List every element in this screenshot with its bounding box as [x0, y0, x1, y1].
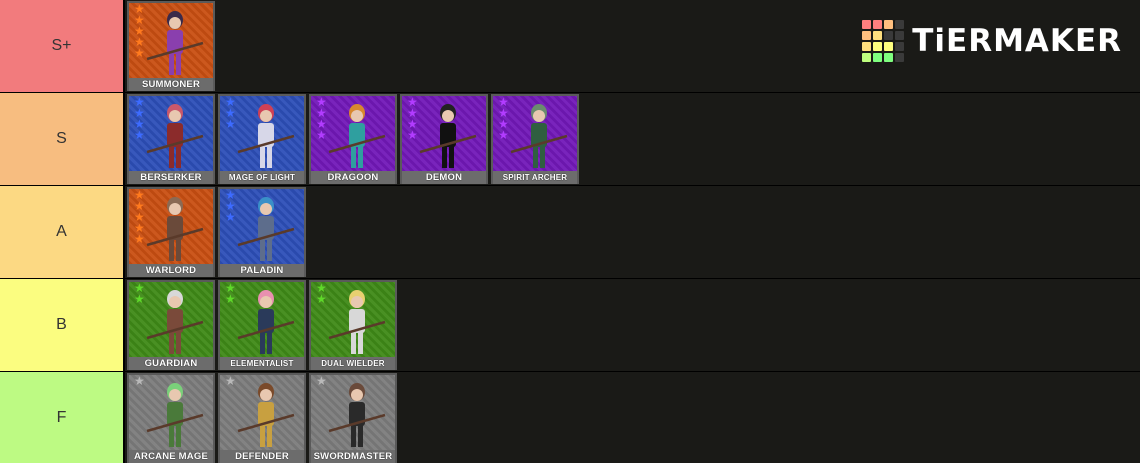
character-figure-icon [419, 104, 477, 168]
tier-label[interactable]: S+ [0, 0, 125, 92]
character-name: ELEMENTALIST [220, 357, 304, 370]
character-name: BERSERKER [129, 171, 213, 184]
character-figure-icon [237, 197, 295, 261]
character-card-warlord[interactable]: ★ ★ ★ ★ ★ WARLORD [127, 187, 215, 277]
character-figure-icon [328, 290, 386, 354]
character-name: GUARDIAN [129, 357, 213, 370]
character-name: WARLORD [129, 264, 213, 277]
character-card-summoner[interactable]: ★ ★ ★ ★ ★ SUMMONER [127, 1, 215, 91]
tier-row-a: A ★ ★ ★ ★ ★ WARLORD ★ ★ ★ PALADIN [0, 186, 1140, 278]
tier-items: ★ ★ ★ ★ BERSERKER ★ ★ ★ MAGE OF LIGHT ★ ★ ★ ★ DRAGOON… [125, 93, 1140, 185]
character-figure-icon [146, 197, 204, 261]
character-name: DRAGOON [311, 171, 395, 184]
character-card-dual-wielder[interactable]: ★ ★ DUAL WIELDER [309, 280, 397, 370]
tier-row-b: B ★ ★ GUARDIAN ★ ★ ELEMENTALIST ★ ★ DUAL WIELDER [0, 279, 1140, 371]
logo-text: TiERMAKER [912, 23, 1122, 59]
character-card-defender[interactable]: ★ DEFENDER [218, 373, 306, 463]
character-name: MAGE OF LIGHT [220, 171, 304, 184]
logo-grid-icon [862, 20, 905, 62]
character-card-arcane-mage[interactable]: ★ ARCANE MAGE [127, 373, 215, 463]
tiermaker-logo[interactable]: TiERMAKER [862, 20, 1122, 62]
character-figure-icon [237, 104, 295, 168]
character-name: PALADIN [220, 264, 304, 277]
character-figure-icon [328, 104, 386, 168]
tier-label[interactable]: A [0, 186, 125, 278]
character-card-berserker[interactable]: ★ ★ ★ ★ BERSERKER [127, 94, 215, 184]
character-name: SPIRIT ARCHER [493, 171, 577, 184]
character-name: DUAL WIELDER [311, 357, 395, 370]
tier-label[interactable]: F [0, 372, 125, 463]
character-figure-icon [328, 383, 386, 447]
character-figure-icon [146, 290, 204, 354]
character-card-swordmaster[interactable]: ★ SWORDMASTER [309, 373, 397, 463]
character-card-paladin[interactable]: ★ ★ ★ PALADIN [218, 187, 306, 277]
tier-row-s: S ★ ★ ★ ★ BERSERKER ★ ★ ★ MAGE OF LIGHT ★ ★ ★ ★ DRAGOO… [0, 93, 1140, 185]
character-card-guardian[interactable]: ★ ★ GUARDIAN [127, 280, 215, 370]
character-card-elementalist[interactable]: ★ ★ ELEMENTALIST [218, 280, 306, 370]
tier-row-f: F ★ ARCANE MAGE ★ DEFENDER ★ SWORDMASTER [0, 372, 1140, 463]
tier-label[interactable]: S [0, 93, 125, 185]
character-name: SUMMONER [129, 78, 213, 91]
tier-items: ★ ARCANE MAGE ★ DEFENDER ★ SWORDMASTER [125, 372, 1140, 463]
character-card-spirit-archer[interactable]: ★ ★ ★ ★ SPIRIT ARCHER [491, 94, 579, 184]
character-card-demon[interactable]: ★ ★ ★ ★ DEMON [400, 94, 488, 184]
character-figure-icon [146, 11, 204, 75]
character-name: DEFENDER [220, 450, 304, 463]
character-figure-icon [146, 383, 204, 447]
character-figure-icon [146, 104, 204, 168]
character-name: ARCANE MAGE [129, 450, 213, 463]
tier-list: S+ ★ ★ ★ ★ ★ SUMMONER S ★ ★ ★ ★ BERSERKER ★ ★ ★ MAGE OF … [0, 0, 1140, 463]
character-figure-icon [237, 383, 295, 447]
character-card-mage-of-light[interactable]: ★ ★ ★ MAGE OF LIGHT [218, 94, 306, 184]
tier-items: ★ ★ ★ ★ ★ WARLORD ★ ★ ★ PALADIN [125, 186, 1140, 278]
character-card-dragoon[interactable]: ★ ★ ★ ★ DRAGOON [309, 94, 397, 184]
character-figure-icon [510, 104, 568, 168]
tier-label[interactable]: B [0, 279, 125, 371]
character-figure-icon [237, 290, 295, 354]
tier-items: ★ ★ GUARDIAN ★ ★ ELEMENTALIST ★ ★ DUAL WIELDER [125, 279, 1140, 371]
character-name: SWORDMASTER [311, 450, 395, 463]
character-name: DEMON [402, 171, 486, 184]
